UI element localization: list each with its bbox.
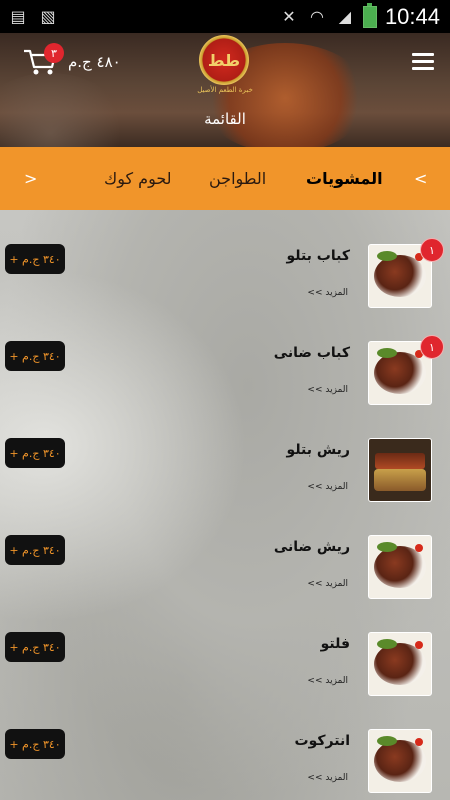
image-icon: ▧ — [40, 7, 56, 26]
status-time: 10:44 — [384, 3, 440, 29]
item-more-link[interactable]: المزيد >> — [307, 773, 348, 783]
tab-grills[interactable]: المشويات — [306, 169, 383, 188]
item-more-link[interactable]: المزيد >> — [307, 676, 348, 686]
add-to-cart-button[interactable]: ٣٤٠ ج.م + — [5, 341, 65, 371]
category-tabs: > لحوم كوك الطواجن المشويات < — [0, 147, 450, 210]
item-more-link[interactable]: المزيد >> — [307, 385, 348, 395]
battery-icon — [362, 2, 377, 28]
item-name: كباب ضانى — [273, 345, 350, 361]
signal-icon: ◢ — [338, 7, 352, 26]
item-name: كباب بتلو — [286, 248, 350, 264]
item-name: ريش بتلو — [286, 442, 350, 458]
add-to-cart-button[interactable]: ٣٤٠ ج.م + — [5, 438, 65, 468]
cart-count-badge: ٣ — [44, 43, 64, 63]
item-name: انتركوت — [294, 733, 350, 749]
tabs-prev-arrow[interactable]: < — [414, 169, 427, 188]
mute-icon: ✕ — [282, 7, 296, 26]
item-quantity-badge: ١ — [420, 335, 444, 359]
item-more-link[interactable]: المزيد >> — [307, 288, 348, 298]
item-name: فلتو — [320, 636, 350, 652]
add-to-cart-button[interactable]: ٣٤٠ ج.م + — [5, 535, 65, 565]
tab-tagines[interactable]: الطواجن — [209, 169, 266, 188]
item-quantity-badge: ١ — [420, 238, 444, 262]
logo-caption: خبرة الطعم الأصيل — [197, 86, 253, 94]
cart-total: ٤٨٠ ج.م — [68, 53, 121, 71]
header: ٣ ٤٨٠ ج.م طط خبرة الطعم الأصيل القائمة — [0, 33, 450, 147]
tab-kook-meats[interactable]: لحوم كوك — [104, 169, 172, 188]
add-to-cart-button[interactable]: ٣٤٠ ج.م + — [5, 729, 65, 759]
wifi-icon: ◠ — [309, 7, 324, 26]
menu-list: ١ كباب بتلو المزيد >> ٣٤٠ ج.م + ١ كباب ض… — [0, 210, 450, 800]
list-item[interactable]: ١ كباب بتلو المزيد >> ٣٤٠ ج.م + — [0, 210, 450, 308]
list-item[interactable]: انتركوت المزيد >> ٣٤٠ ج.م + — [0, 695, 450, 793]
list-item[interactable]: فلتو المزيد >> ٣٤٠ ج.م + — [0, 598, 450, 696]
item-image — [368, 438, 432, 502]
list-item[interactable]: ١ كباب ضانى المزيد >> ٣٤٠ ج.م + — [0, 307, 450, 405]
status-bar: ▤ ▧ ✕ ◠ ◢ 10:44 — [0, 0, 450, 33]
list-item[interactable]: ريش ضانى المزيد >> ٣٤٠ ج.م + — [0, 501, 450, 599]
item-name: ريش ضانى — [273, 539, 350, 555]
item-more-link[interactable]: المزيد >> — [307, 482, 348, 492]
page-title: القائمة — [204, 110, 246, 128]
logo-mark: طط — [207, 50, 241, 70]
item-image — [368, 729, 432, 793]
item-image — [368, 535, 432, 599]
list-item[interactable]: ريش بتلو المزيد >> ٣٤٠ ج.م + — [0, 404, 450, 502]
hamburger-menu-icon[interactable] — [412, 53, 434, 70]
sim-icon: ▤ — [10, 7, 26, 26]
add-to-cart-button[interactable]: ٣٤٠ ج.م + — [5, 632, 65, 662]
tabs-next-arrow[interactable]: > — [24, 169, 37, 188]
add-to-cart-button[interactable]: ٣٤٠ ج.م + — [5, 244, 65, 274]
item-more-link[interactable]: المزيد >> — [307, 579, 348, 589]
item-image — [368, 632, 432, 696]
brand-logo: طط — [199, 35, 249, 85]
